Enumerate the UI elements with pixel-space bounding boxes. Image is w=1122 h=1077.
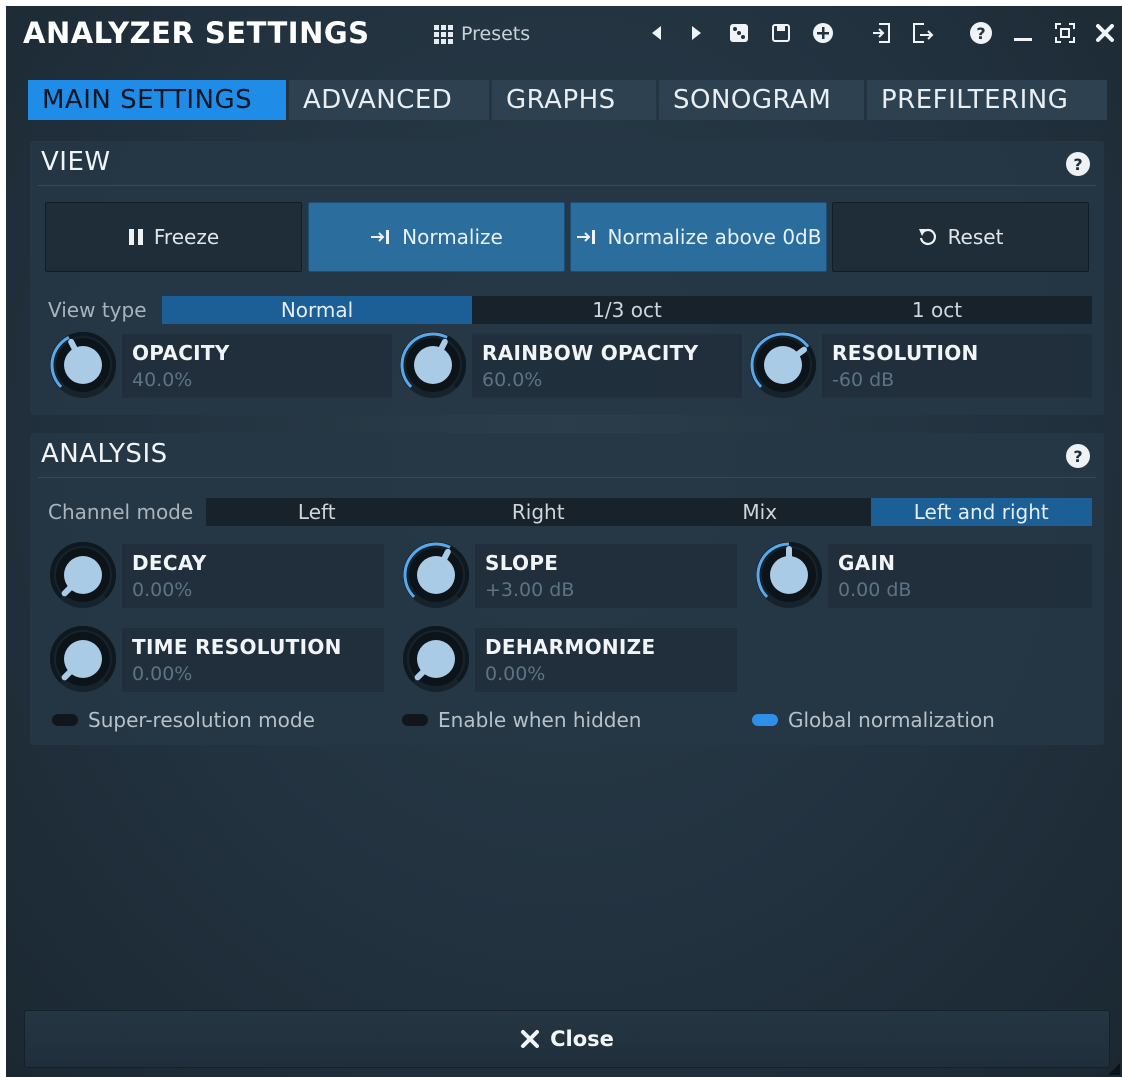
view-type-selector[interactable]: Normal 1/3 oct 1 oct: [162, 296, 1092, 324]
deharmonize-knob[interactable]: [401, 624, 471, 694]
normalize-label: Normalize: [402, 225, 503, 249]
resize-handle[interactable]: [1108, 1063, 1120, 1075]
time-resolution-knob[interactable]: [48, 624, 118, 694]
enable-hidden-toggle[interactable]: Enable when hidden: [402, 708, 641, 732]
pause-icon: [128, 229, 143, 245]
view-type-third-oct[interactable]: 1/3 oct: [472, 296, 782, 324]
rainbow-opacity-knob[interactable]: [398, 330, 468, 400]
reset-button[interactable]: Reset: [832, 202, 1089, 272]
tab-prefiltering[interactable]: PREFILTERING: [867, 80, 1107, 120]
presets-label: Presets: [461, 23, 531, 45]
close-icon[interactable]: [1092, 20, 1118, 46]
view-type-one-oct[interactable]: 1 oct: [782, 296, 1092, 324]
freeze-label: Freeze: [153, 225, 220, 249]
freeze-button[interactable]: Freeze: [45, 202, 302, 272]
slope-name: SLOPE: [485, 551, 559, 575]
view-help-icon[interactable]: ?: [1066, 152, 1090, 176]
channel-mode-selector[interactable]: Left Right Mix Left and right: [206, 498, 1092, 526]
window-title: ANALYZER SETTINGS: [23, 16, 370, 50]
resolution-name: RESOLUTION: [832, 341, 979, 365]
analysis-title: ANALYSIS: [41, 439, 168, 469]
channel-left[interactable]: Left: [206, 498, 428, 526]
analysis-divider: [38, 477, 1096, 478]
opacity-knob[interactable]: [48, 330, 118, 400]
decay-knob[interactable]: [48, 540, 118, 610]
normalize-above-icon: [576, 230, 595, 244]
analysis-panel: ANALYSIS ? Channel mode Left Right Mix L…: [30, 433, 1104, 745]
tab-sonogram[interactable]: SONOGRAM: [659, 80, 864, 120]
deharmonize-value: 0.00%: [485, 663, 546, 685]
close-label: Close: [550, 1027, 614, 1051]
gain-value: 0.00 dB: [838, 579, 912, 601]
view-title: VIEW: [41, 147, 111, 177]
title-bar: ANALYZER SETTINGS Presets ?: [6, 6, 1122, 62]
next-preset-icon[interactable]: [684, 20, 710, 46]
enable-hidden-label: Enable when hidden: [438, 708, 642, 732]
decay-value: 0.00%: [132, 579, 193, 601]
channel-left-and-right[interactable]: Left and right: [870, 498, 1092, 526]
analysis-help-icon[interactable]: ?: [1066, 444, 1090, 468]
normalize-above-label: Normalize above 0dB: [607, 225, 822, 249]
normalize-above-button[interactable]: Normalize above 0dB: [570, 202, 827, 272]
opacity-value: 40.0%: [132, 369, 193, 391]
tab-advanced[interactable]: ADVANCED: [289, 80, 489, 120]
gain-name: GAIN: [838, 551, 896, 575]
tab-main-settings[interactable]: MAIN SETTINGS: [28, 80, 286, 120]
view-type-normal[interactable]: Normal: [162, 296, 472, 324]
enable-hidden-switch[interactable]: [402, 714, 428, 726]
svg-text:?: ?: [976, 24, 985, 43]
reset-icon: [918, 228, 936, 245]
normalize-button[interactable]: Normalize: [308, 202, 565, 272]
slope-knob[interactable]: [401, 540, 471, 610]
super-resolution-label: Super-resolution mode: [88, 708, 315, 732]
global-normalization-toggle[interactable]: Global normalization: [752, 708, 995, 732]
channel-mix[interactable]: Mix: [649, 498, 871, 526]
random-icon[interactable]: [726, 20, 752, 46]
super-resolution-switch[interactable]: [52, 714, 78, 726]
fit-icon[interactable]: [1052, 20, 1078, 46]
view-type-label: View type: [48, 298, 147, 322]
resolution-knob[interactable]: [748, 330, 818, 400]
rainbow-opacity-name: RAINBOW OPACITY: [482, 341, 699, 365]
normalize-icon: [371, 230, 390, 244]
view-divider: [38, 185, 1096, 186]
time-resolution-name: TIME RESOLUTION: [132, 635, 342, 659]
channel-right[interactable]: Right: [428, 498, 650, 526]
rainbow-opacity-value: 60.0%: [482, 369, 543, 391]
save-icon[interactable]: [768, 20, 794, 46]
minimize-icon[interactable]: [1010, 20, 1036, 46]
analyzer-settings-window: ANALYZER SETTINGS Presets ? MAIN SETTING…: [6, 6, 1122, 1077]
slope-value: +3.00 dB: [485, 579, 575, 601]
deharmonize-name: DEHARMONIZE: [485, 635, 656, 659]
time-resolution-value: 0.00%: [132, 663, 193, 685]
close-button[interactable]: Close: [24, 1010, 1110, 1068]
opacity-name: OPACITY: [132, 341, 230, 365]
super-resolution-toggle[interactable]: Super-resolution mode: [52, 708, 315, 732]
gain-knob[interactable]: [754, 540, 824, 610]
prev-preset-icon[interactable]: [644, 20, 670, 46]
help-icon[interactable]: ?: [968, 20, 994, 46]
view-panel: VIEW ? Freeze Normalize Normalize above …: [30, 141, 1104, 415]
tab-graphs[interactable]: GRAPHS: [492, 80, 656, 120]
presets-button[interactable]: Presets: [434, 20, 530, 48]
global-normalization-label: Global normalization: [788, 708, 995, 732]
import-icon[interactable]: [868, 20, 894, 46]
export-icon[interactable]: [910, 20, 936, 46]
add-icon[interactable]: [810, 20, 836, 46]
decay-name: DECAY: [132, 551, 207, 575]
resolution-value: -60 dB: [832, 369, 895, 391]
presets-grid-icon: [434, 24, 453, 44]
global-normalization-switch[interactable]: [752, 714, 778, 726]
close-x-icon: [521, 1030, 540, 1048]
reset-label: Reset: [947, 225, 1004, 249]
channel-mode-label: Channel mode: [48, 500, 194, 524]
